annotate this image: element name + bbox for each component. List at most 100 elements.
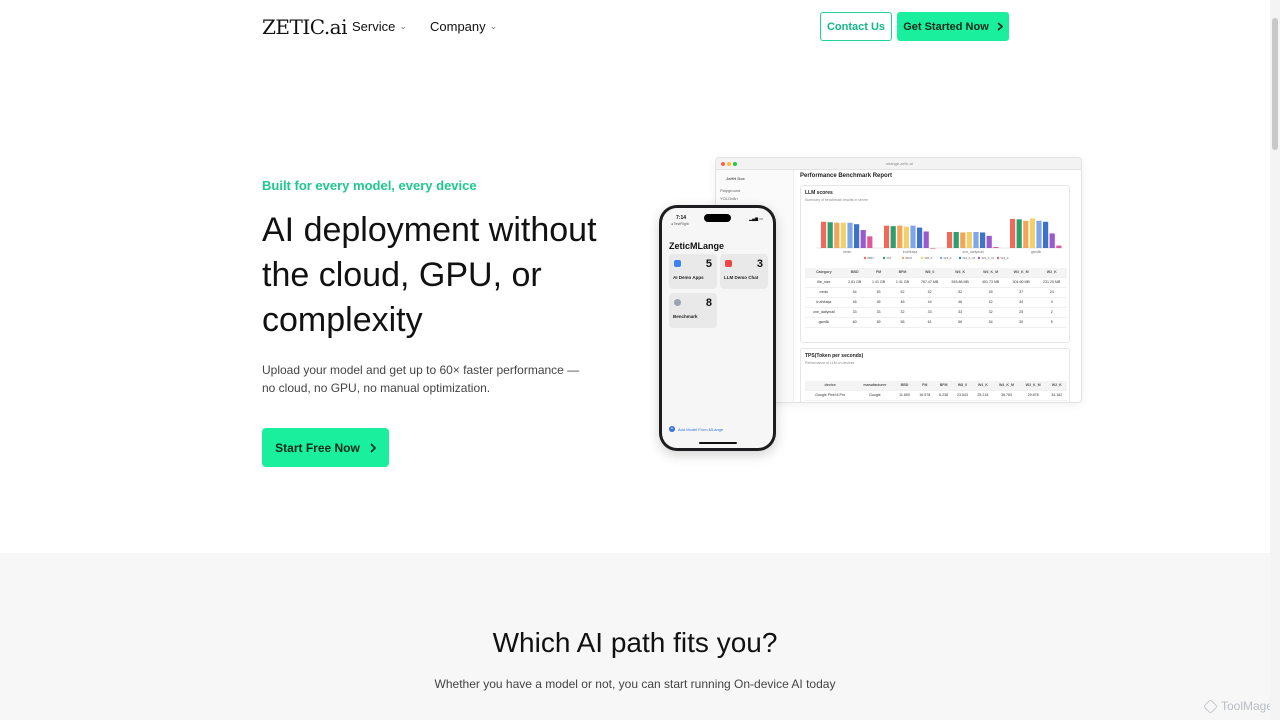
tps-cell: 11.850 — [894, 390, 915, 401]
tile-count: 5 — [705, 258, 712, 270]
chart-bar — [993, 247, 999, 248]
tps-header-cell: W4_K — [972, 381, 994, 391]
tile-label: LLM Demo Chat — [724, 275, 759, 280]
table-row: file_size 2.81 GB 1.41 GB 1.41 GB 767.47 MB 5… — [805, 277, 1067, 288]
plus-icon: + — [669, 426, 675, 432]
score-cell: file_size — [805, 277, 843, 288]
tps-cell: 36.783 — [993, 390, 1020, 401]
app-grid-icon — [674, 260, 681, 267]
page-scrollbar[interactable] — [1270, 0, 1280, 720]
tps-header-cell: manufacturer — [855, 381, 895, 391]
chart-bar — [884, 225, 890, 248]
nav-company[interactable]: Company ⌄ — [430, 19, 497, 34]
score-cell: 49 — [975, 287, 1006, 298]
site-header: ZETIC.ai Service ⌄ Company ⌄ Contact Us … — [0, 0, 1270, 54]
chart-bar — [1016, 219, 1022, 248]
chart-bar — [973, 231, 979, 248]
score-cell: 30 — [1005, 317, 1037, 328]
tps-header-cell: W3_K_M — [1019, 381, 1047, 391]
legend-label: W3_K_M — [982, 256, 995, 260]
score-cell: 44 — [914, 297, 945, 308]
nav-company-label: Company — [430, 19, 486, 34]
nav-service[interactable]: Service ⌄ — [352, 19, 407, 34]
chart-bar — [1056, 245, 1062, 248]
chart-bar — [923, 231, 929, 248]
score-table: Category BBD FM BFM W8_0 W4_K W4_K_M W3_K_M W2_K… — [805, 268, 1067, 328]
window-close-dot — [721, 162, 725, 166]
score-cell: 593.88 MB — [944, 277, 976, 288]
score-header-cell: W3_K_M — [1005, 268, 1037, 278]
phone-time: 7:14 — [676, 215, 687, 221]
chart-bar — [827, 222, 833, 248]
browser-url: mlange.zetic.ai — [886, 161, 913, 166]
chart-category-label: gsm8k — [1031, 250, 1042, 254]
table-row: one_dailymail 33 33 32 33 33 32 25 2 — [805, 307, 1067, 318]
chevron-right-icon — [997, 22, 1003, 31]
score-header-cell: BBD — [842, 268, 867, 278]
chart-category-label: mmlu — [843, 250, 852, 254]
score-cell: 54 — [842, 287, 867, 298]
tile-ai-demo-apps: 5 AI Demo Apps — [669, 254, 717, 289]
tps-cell: Google — [855, 390, 895, 401]
chart-bar — [1029, 218, 1035, 248]
legend-swatch — [996, 256, 1000, 260]
score-cell: 46 — [944, 297, 976, 308]
chevron-down-icon: ⌄ — [489, 21, 498, 31]
score-cell: 54 — [975, 317, 1006, 328]
tps-table: device manufacturer BBD FM BFM W8_0 W4_K W4_K_M… — [805, 381, 1067, 401]
get-started-button[interactable]: Get Started Now — [897, 12, 1009, 41]
chart-bar — [821, 221, 827, 248]
home-indicator — [699, 442, 737, 444]
score-cell: 767.47 MB — [914, 277, 945, 288]
start-free-button[interactable]: Start Free Now — [262, 428, 389, 467]
tps-cell: 6.238 — [934, 390, 953, 401]
chart-bar — [960, 232, 966, 248]
chart-bar — [867, 236, 873, 248]
toolmage-logo-icon — [1203, 698, 1218, 714]
chart-bar — [840, 222, 846, 248]
tps-cell: 25.218 — [972, 390, 994, 401]
chart-bar — [953, 231, 959, 248]
section-title: Which AI path fits you? — [492, 627, 778, 658]
tps-header-cell: FM — [914, 381, 935, 391]
window-max-dot — [733, 162, 737, 166]
score-cell: 0 — [1036, 297, 1067, 308]
score-cell: 46 — [890, 297, 915, 308]
legend-label: W8_0 — [925, 256, 933, 260]
score-cell: 2.81 GB — [842, 277, 867, 288]
sidebar-user: JaHH Doe — [726, 176, 745, 181]
score-cell: 2 — [1036, 307, 1067, 318]
table-row: mmlu 54 53 52 52 52 49 37 24 — [805, 287, 1067, 298]
table-row: gsm8k 60 59 56 61 56 54 30 5 — [805, 317, 1067, 328]
legend-label: BBD — [868, 256, 875, 260]
score-cell: 56 — [944, 317, 976, 328]
contact-us-button[interactable]: Contact Us — [820, 12, 892, 41]
phone-mockup: 7:14 ▂▄▆ ▭ ◂ TestFlight ZeticMLange 5 AI… — [659, 205, 776, 451]
site-logo[interactable]: ZETIC.ai — [262, 15, 348, 39]
chart-category-label: truthfulqa — [903, 250, 918, 254]
dynamic-island — [704, 214, 731, 222]
chart-bar — [1023, 220, 1029, 248]
score-cell: 52 — [944, 287, 976, 298]
add-model-label: Add Model From MLange — [678, 426, 724, 432]
score-header-cell: W4_K — [944, 268, 976, 278]
legend-label: BFM — [906, 256, 913, 260]
score-cell: 25 — [1005, 307, 1037, 318]
sidebar-item: YOLOv8n — [720, 196, 738, 201]
chart-bar — [1049, 233, 1055, 248]
testflight-back-link: ◂ TestFlight — [671, 222, 689, 226]
tps-header-cell: device — [805, 381, 856, 391]
nav-service-label: Service — [352, 19, 396, 34]
legend-swatch — [863, 256, 867, 260]
chart-bar — [1036, 220, 1042, 248]
score-cell: 304.60 MB — [1005, 277, 1037, 288]
legend-swatch — [977, 256, 981, 260]
chart-bar — [980, 232, 986, 248]
score-cell: 61 — [914, 317, 945, 328]
tile-count: 3 — [756, 258, 763, 270]
chart-bar — [986, 235, 992, 248]
scrollbar-thumb[interactable] — [1272, 18, 1278, 150]
legend-label: FM — [887, 256, 892, 260]
score-cell: 56 — [890, 317, 915, 328]
score-header-cell: BFM — [890, 268, 915, 278]
